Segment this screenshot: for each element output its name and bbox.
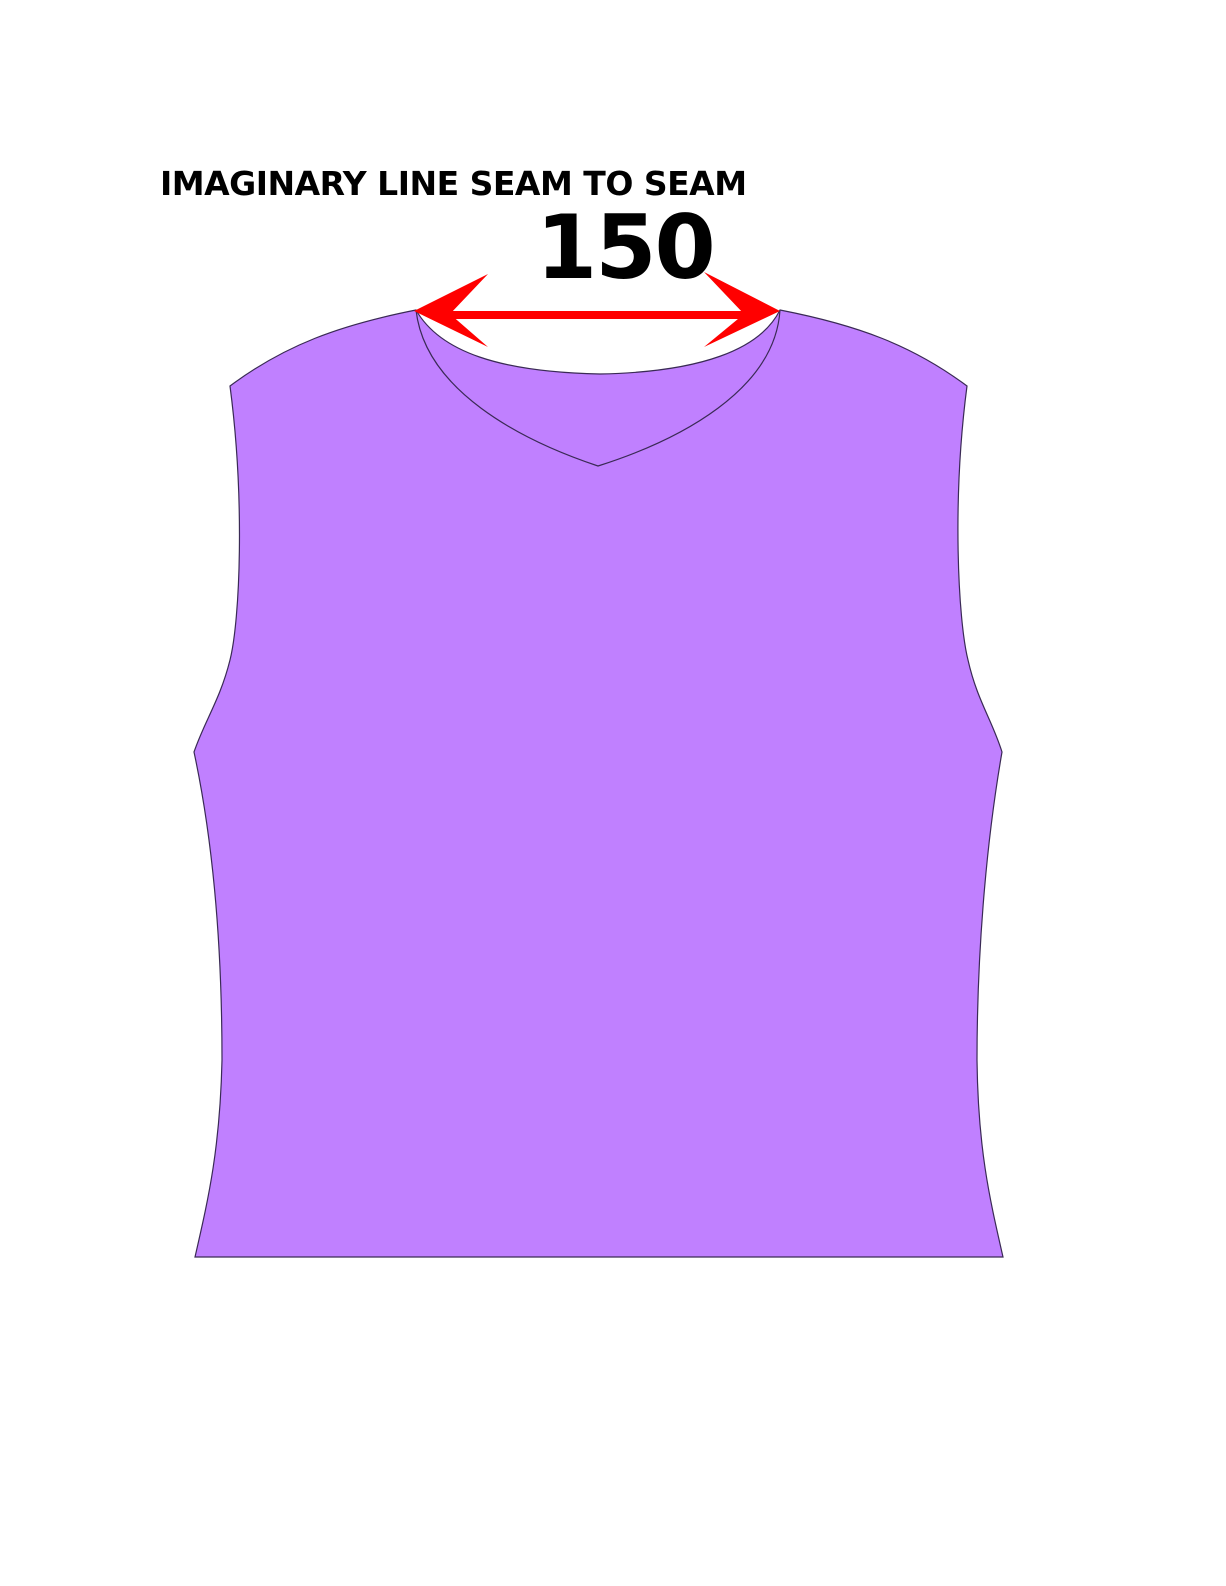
- measurement-value: 150: [536, 196, 716, 299]
- garment-body: [193, 309, 1004, 1258]
